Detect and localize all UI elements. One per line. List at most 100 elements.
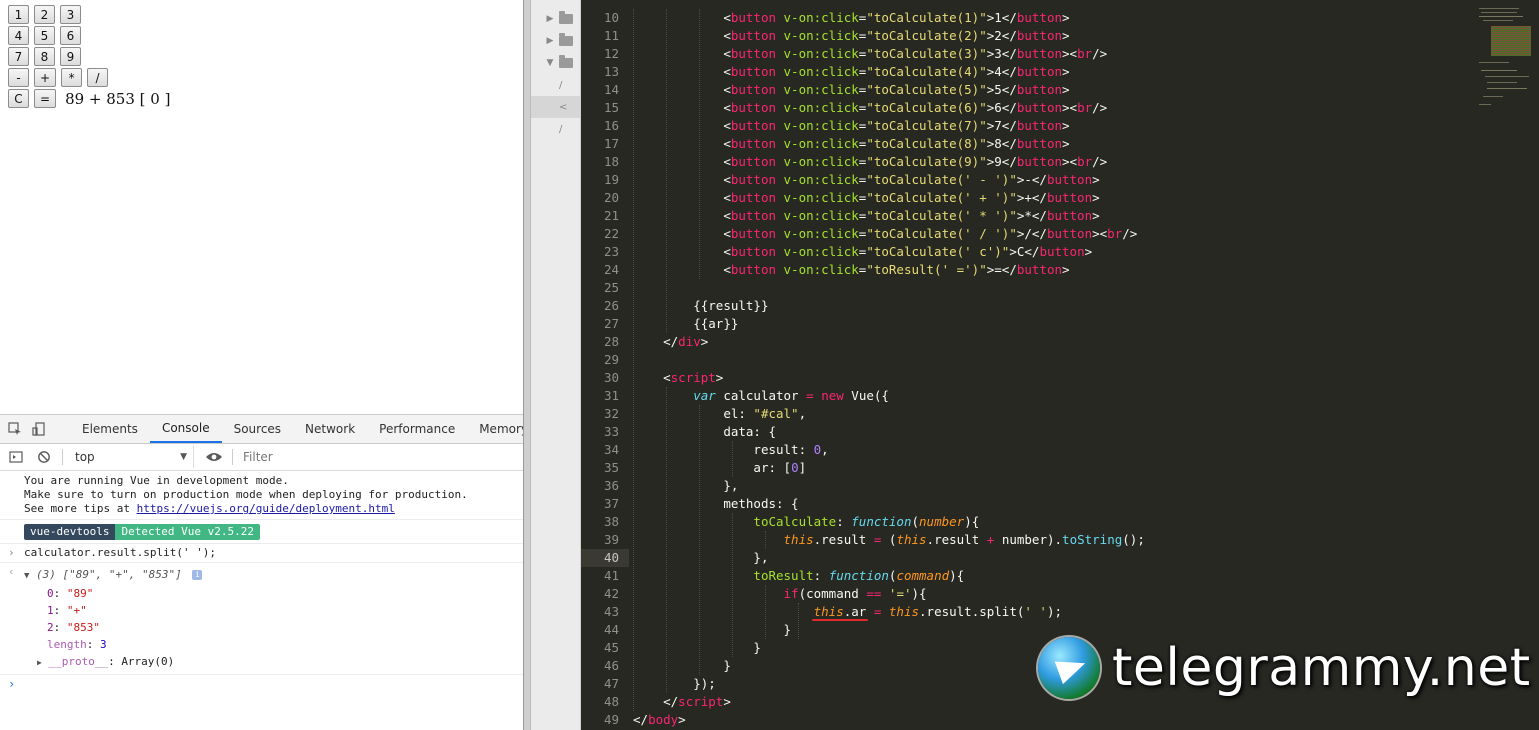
calc-button-9[interactable]: 9 [60, 47, 81, 66]
calc-button-clear[interactable]: C [8, 89, 29, 108]
calc-button-divide[interactable]: / [87, 68, 109, 87]
eye-icon[interactable] [204, 449, 224, 465]
filter-input[interactable]: Filter [243, 450, 273, 464]
badge-detected-vue: Detected Vue v2.5.22 [115, 524, 260, 540]
toolbar-separator [62, 449, 63, 465]
editor-sidebar: ▶ ▶ ▼ / < / [531, 0, 581, 730]
line-number: 47 [603, 676, 619, 691]
line-number: 27 [603, 316, 619, 331]
console-input-row: › calculator.result.split(' '); [0, 544, 523, 563]
console-toolbar: top ▼ Filter [0, 444, 523, 471]
sidebar-file-selected[interactable]: < [531, 96, 580, 118]
prompt-chevron-icon: › [8, 677, 16, 691]
code-line: <button v-on:click="toCalculate(' * ')">… [723, 208, 1100, 223]
deployment-link[interactable]: https://vuejs.org/guide/deployment.html [137, 502, 395, 515]
calc-button-3[interactable]: 3 [60, 5, 81, 24]
array-proto[interactable]: ▶ __proto__: Array(0) [0, 652, 523, 670]
sidebar-top [531, 0, 580, 8]
editor-minimap[interactable] [1477, 0, 1539, 120]
sidebar-file[interactable]: / [531, 118, 580, 140]
line-number: 45 [603, 640, 619, 655]
output-chevron-icon: ‹ [8, 565, 15, 578]
calc-button-2[interactable]: 2 [34, 5, 55, 24]
sidebar-toggle-icon[interactable] [8, 449, 24, 465]
code-editor[interactable]: 10 11 12 13 14 15 16 17 18 19 20 21 22 23 24 25 26 27 28 29… [581, 0, 1539, 730]
item-key: 0 [47, 587, 54, 600]
code-line: </body> [633, 712, 686, 727]
line-number: 37 [603, 496, 619, 511]
calc-button-7[interactable]: 7 [8, 47, 29, 66]
code-line: </div> [663, 334, 709, 349]
code-line: result: 0, [753, 442, 829, 457]
calc-button-6[interactable]: 6 [60, 26, 81, 45]
line-number: 30 [603, 370, 619, 385]
console-output: You are running Vue in development mode.… [0, 471, 523, 693]
inspect-element-icon[interactable] [8, 421, 22, 437]
array-item: 0: "89" [47, 587, 94, 600]
console-text: Make sure to turn on production mode whe… [24, 488, 468, 501]
code-line: var calculator = new Vue({ [693, 388, 889, 403]
input-chevron-icon: › [8, 546, 15, 559]
calc-result-display: 89 + 853 [ 0 ] [65, 89, 171, 108]
tab-elements[interactable]: Elements [70, 415, 150, 443]
sidebar-folder[interactable]: ▶ [531, 8, 580, 30]
code-line: </script> [663, 694, 731, 709]
proto-value: Array(0) [121, 655, 175, 668]
calc-button-equals[interactable]: = [34, 89, 57, 108]
tab-memory[interactable]: Memory [467, 415, 523, 443]
line-number: 31 [603, 388, 619, 403]
code-line: {{ar}} [693, 316, 739, 331]
tab-performance[interactable]: Performance [367, 415, 467, 443]
code-line: ar: [0] [753, 460, 807, 475]
context-selector[interactable]: top ▼ [69, 446, 194, 468]
line-number: 14 [603, 82, 619, 97]
tab-sources[interactable]: Sources [222, 415, 293, 443]
tab-console[interactable]: Console [149, 415, 222, 443]
line-number: 38 [603, 514, 619, 529]
calc-button-4[interactable]: 4 [8, 26, 29, 45]
item-value: "853" [66, 621, 100, 634]
badge-vue-devtools: vue-devtools [24, 524, 116, 540]
calc-row-actions: C = 89 + 853 [ 0 ] [8, 88, 170, 109]
console-prompt-row[interactable]: › [0, 675, 523, 693]
array-summary[interactable]: ▼ (3) ["89", "+", "853"] i [0, 565, 523, 584]
window-divider[interactable] [523, 0, 531, 730]
code-line: <button v-on:click="toCalculate(8)">8</b… [723, 136, 1070, 151]
console-text: You are running Vue in development mode. [24, 474, 289, 487]
line-number: 40 [603, 550, 619, 565]
watermark: telegrammy.net [1038, 637, 1531, 699]
line-number: 18 [603, 154, 619, 169]
calc-button-plus[interactable]: + [34, 68, 57, 87]
line-number: 33 [603, 424, 619, 439]
calc-button-1[interactable]: 1 [8, 5, 29, 24]
sidebar-folder-open[interactable]: ▼ [531, 52, 580, 74]
device-toolbar-icon[interactable] [32, 421, 46, 437]
file-icon: < [559, 101, 568, 113]
tab-network[interactable]: Network [293, 415, 367, 443]
info-icon[interactable]: i [192, 570, 203, 580]
clear-console-icon[interactable] [36, 449, 52, 465]
calc-button-5[interactable]: 5 [34, 26, 55, 45]
sidebar-folder[interactable]: ▶ [531, 30, 580, 52]
console-text-prefix: See more tips at [24, 502, 137, 515]
calc-button-multiply[interactable]: * [61, 68, 83, 87]
devtools-tabbar: Elements Console Sources Network Perform… [0, 415, 523, 444]
line-number: 29 [603, 352, 619, 367]
line-number: 41 [603, 568, 619, 583]
line-number: 49 [603, 712, 619, 727]
code-line: <button v-on:click="toCalculate(5)">5</b… [723, 82, 1070, 97]
console-input-text: calculator.result.split(' '); [24, 546, 217, 559]
collapse-triangle-icon[interactable]: ▶ [37, 658, 42, 667]
sidebar-file[interactable]: / [531, 74, 580, 96]
expand-triangle-icon[interactable]: ▼ [24, 571, 29, 581]
line-number: 36 [603, 478, 619, 493]
code-line: <button v-on:click="toCalculate(9)">9</b… [723, 154, 1108, 169]
line-number: 20 [603, 190, 619, 205]
code-line: <button v-on:click="toCalculate(4)">4</b… [723, 64, 1070, 79]
line-number: 19 [603, 172, 619, 187]
calc-button-minus[interactable]: - [8, 68, 29, 87]
array-length: length: 3 [47, 638, 107, 651]
code-line: <button v-on:click="toCalculate(6)">6</b… [723, 100, 1108, 115]
calc-button-8[interactable]: 8 [34, 47, 55, 66]
calc-row-ops: - + * / [8, 67, 109, 88]
